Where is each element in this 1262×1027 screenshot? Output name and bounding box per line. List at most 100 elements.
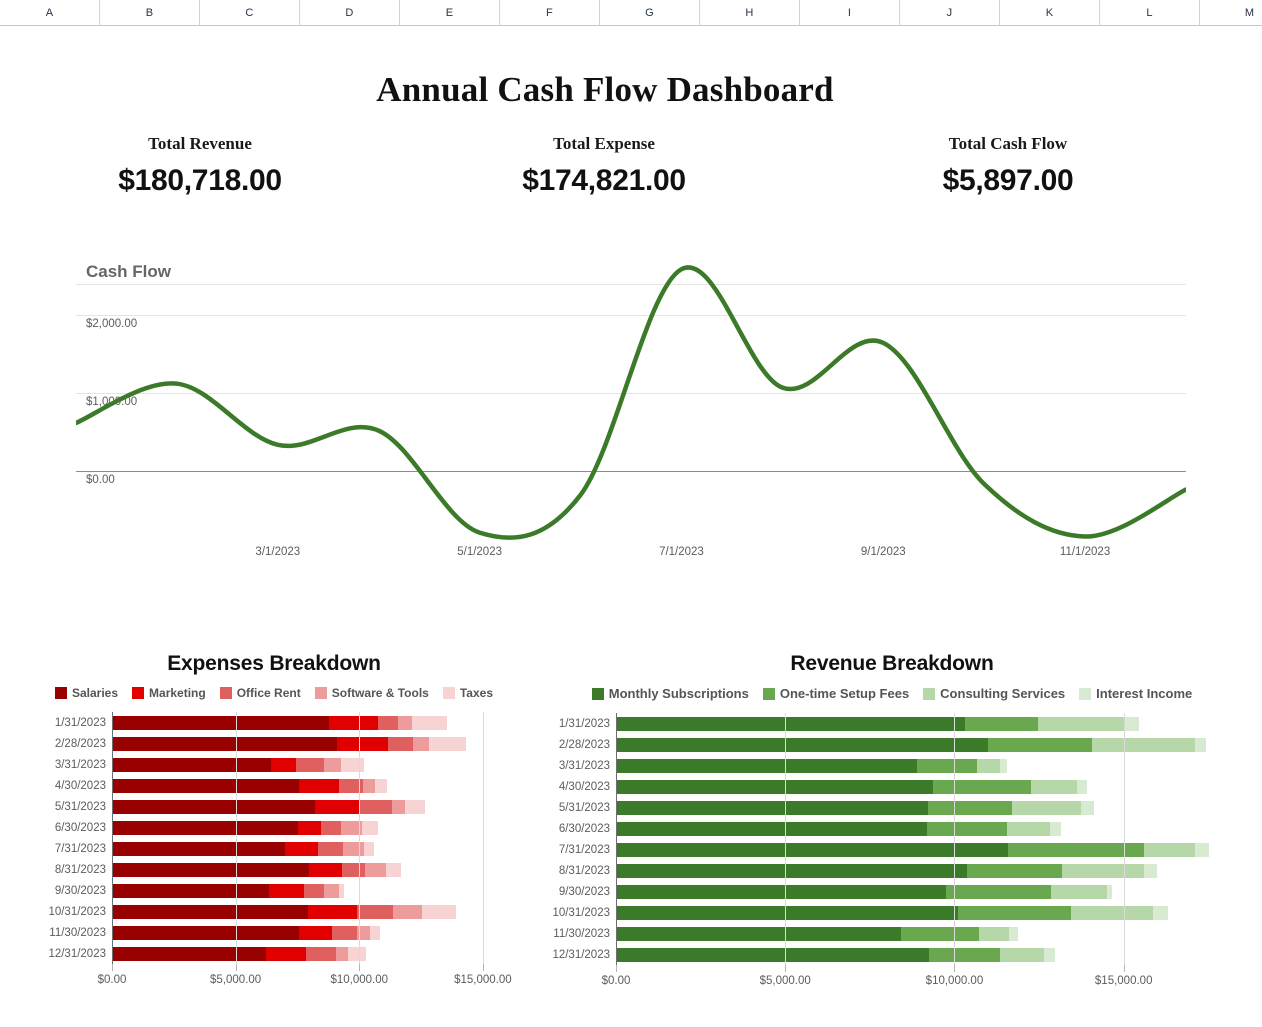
bar-segment [1106, 884, 1113, 899]
legend-item[interactable]: Office Rent [219, 686, 301, 700]
bar-segment [317, 841, 344, 856]
bar-stack [112, 778, 387, 793]
bar-segment [1077, 779, 1088, 794]
revenue-breakdown-chart: Revenue Breakdown Monthly Subscriptions O… [542, 652, 1242, 987]
bar-track [112, 799, 530, 814]
bar-chart-x-tick-label: $5,000.00 [210, 974, 262, 986]
column-header-m[interactable]: M [1200, 0, 1262, 25]
bar-segment [304, 883, 324, 898]
bar-chart-gridline [359, 712, 361, 964]
bar-stack [616, 758, 1007, 773]
column-header-j[interactable]: J [900, 0, 1000, 25]
bar-segment [308, 862, 342, 877]
bar-chart-gridline [785, 713, 787, 965]
bar-segment [977, 758, 1001, 773]
bar-segment [336, 736, 389, 751]
bar-segment [616, 758, 917, 773]
bar-row-label: 6/30/2023 [558, 822, 610, 835]
kpi-total-expense-label: Total Expense [553, 134, 655, 153]
bar-chart-axis-tick [235, 964, 237, 971]
kpi-total-revenue-value: $180,718.00 [118, 164, 282, 197]
column-header-e[interactable]: E [400, 0, 500, 25]
column-header-k[interactable]: K [1000, 0, 1100, 25]
bar-stack [616, 821, 1062, 836]
bar-row: 4/30/2023 [542, 776, 1242, 797]
bar-row: 4/30/2023 [18, 775, 530, 796]
bar-track [112, 883, 530, 898]
bar-segment [112, 925, 299, 940]
legend-item[interactable]: Interest Income [1079, 686, 1192, 701]
bar-chart-gridline [1123, 713, 1125, 965]
bar-row: 8/31/2023 [18, 859, 530, 880]
bar-segment [1195, 842, 1209, 857]
bar-stack [112, 883, 344, 898]
expenses-plot-area: 1/31/2023 2/28/2023 3/31/2023 4/30/2023 5/31… [18, 712, 530, 986]
bar-segment [358, 799, 392, 814]
legend-item[interactable]: Monthly Subscriptions [591, 686, 749, 701]
bar-segment [335, 946, 348, 961]
spreadsheet-canvas: Annual Cash Flow Dashboard Total Revenue… [0, 26, 1262, 1027]
bar-row: 10/31/2023 [18, 901, 530, 922]
bar-segment [946, 884, 1051, 899]
bar-stack [616, 884, 1113, 899]
legend-item[interactable]: Software & Tools [314, 686, 429, 700]
line-chart-x-tick-label: 9/1/2023 [860, 546, 906, 558]
bar-stack [616, 779, 1088, 794]
bar-segment [422, 904, 456, 919]
bar-segment [978, 926, 1009, 941]
column-header-h[interactable]: H [700, 0, 800, 25]
column-header-f[interactable]: F [500, 0, 600, 25]
bar-segment [616, 842, 1008, 857]
bar-row: 7/31/2023 [18, 838, 530, 859]
bar-segment [298, 925, 333, 940]
bar-row: 3/31/2023 [18, 754, 530, 775]
bar-segment [927, 821, 1007, 836]
bar-segment [306, 946, 336, 961]
bar-track [112, 841, 530, 856]
bar-segment [386, 862, 401, 877]
bar-track [112, 715, 530, 730]
bar-chart-gridline [235, 712, 237, 964]
column-header-l[interactable]: L [1100, 0, 1200, 25]
bar-segment [112, 904, 309, 919]
column-header-g[interactable]: G [600, 0, 700, 25]
bar-row-label: 8/31/2023 [54, 863, 106, 876]
bar-segment [298, 778, 340, 793]
legend-item[interactable]: Taxes [442, 686, 493, 700]
legend-item[interactable]: One-time Setup Fees [762, 686, 909, 701]
bar-row: 11/30/2023 [542, 923, 1242, 944]
legend-swatch-icon [132, 687, 145, 699]
legend-item[interactable]: Marketing [132, 686, 206, 700]
legend-item[interactable]: Consulting Services [923, 686, 1065, 701]
bar-segment [343, 841, 365, 856]
bar-row-label: 12/31/2023 [48, 947, 106, 960]
bar-chart-x-tick-label: $10,000.00 [330, 974, 389, 986]
bar-segment [388, 736, 413, 751]
bar-track [112, 946, 530, 961]
bar-segment [361, 820, 378, 835]
column-header-a[interactable]: A [0, 0, 100, 25]
bar-row-label: 9/30/2023 [558, 885, 610, 898]
bar-segment [429, 736, 467, 751]
column-header-c[interactable]: C [200, 0, 300, 25]
bar-chart-axis-tick [1123, 965, 1125, 972]
legend-item[interactable]: Salaries [54, 686, 118, 700]
bar-row-label: 10/31/2023 [552, 906, 610, 919]
bar-segment [616, 737, 989, 752]
column-header-d[interactable]: D [300, 0, 400, 25]
legend-swatch-icon [1079, 687, 1092, 700]
column-header-b[interactable]: B [100, 0, 200, 25]
bar-segment [314, 799, 359, 814]
legend-swatch-icon [591, 687, 604, 700]
line-chart-x-tick-label: 5/1/2023 [457, 546, 502, 558]
bar-row: 7/31/2023 [542, 839, 1242, 860]
bar-track [616, 779, 1242, 794]
column-header-i[interactable]: I [800, 0, 900, 25]
cash-flow-line-chart: Cash Flow $0.00 $1,000.00 $2,000.00 3/1/202… [76, 252, 1186, 558]
bar-segment [347, 946, 366, 961]
bar-segment [928, 947, 1001, 962]
bar-segment [616, 779, 934, 794]
bar-segment [1143, 842, 1196, 857]
bar-chart-axis-tick [785, 965, 787, 972]
bar-row-label: 7/31/2023 [558, 843, 610, 856]
